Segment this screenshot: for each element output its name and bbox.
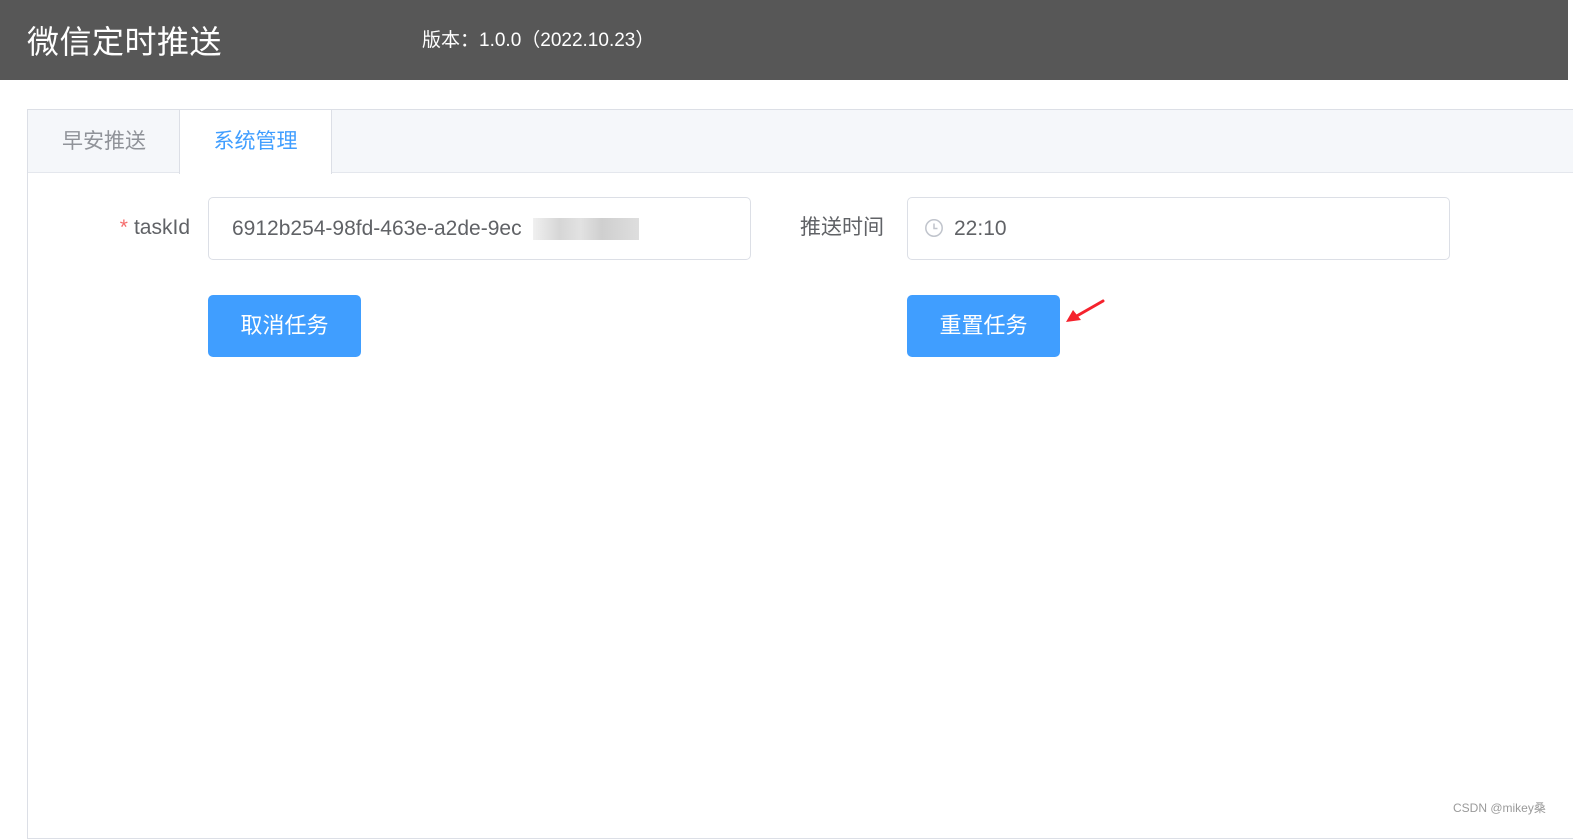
cancel-task-button[interactable]: 取消任务 [208, 295, 361, 357]
push-time-input[interactable] [954, 198, 1434, 259]
taskid-label: * taskId [108, 213, 190, 243]
taskid-label-text: taskId [133, 216, 190, 239]
red-arrow-icon [1066, 299, 1105, 322]
taskid-input[interactable] [208, 197, 751, 260]
header-edge [1568, 0, 1573, 80]
tab-morning-push[interactable]: 早安推送 [28, 110, 180, 173]
watermark: CSDN @mikey桑 [1453, 801, 1546, 815]
clock-icon [925, 219, 943, 237]
push-time-label: 推送时间 [800, 216, 884, 239]
app-title: 微信定时推送 [27, 24, 223, 60]
required-mark: * [119, 216, 128, 239]
reset-task-button[interactable]: 重置任务 [907, 295, 1060, 357]
tab-system-management[interactable]: 系统管理 [179, 110, 332, 174]
redacted-blur [533, 218, 639, 240]
push-time-picker[interactable] [907, 197, 1450, 260]
version-label: 版本：1.0.0（2022.10.23） [422, 30, 655, 51]
tab-bar: 早安推送 系统管理 [28, 110, 1573, 174]
tab-card: 早安推送 系统管理 *taskId 推送时间 取消任务 重置任务 [27, 109, 1573, 839]
app-header: 微信定时推送 版本：1.0.0（2022.10.23） [0, 0, 1568, 80]
